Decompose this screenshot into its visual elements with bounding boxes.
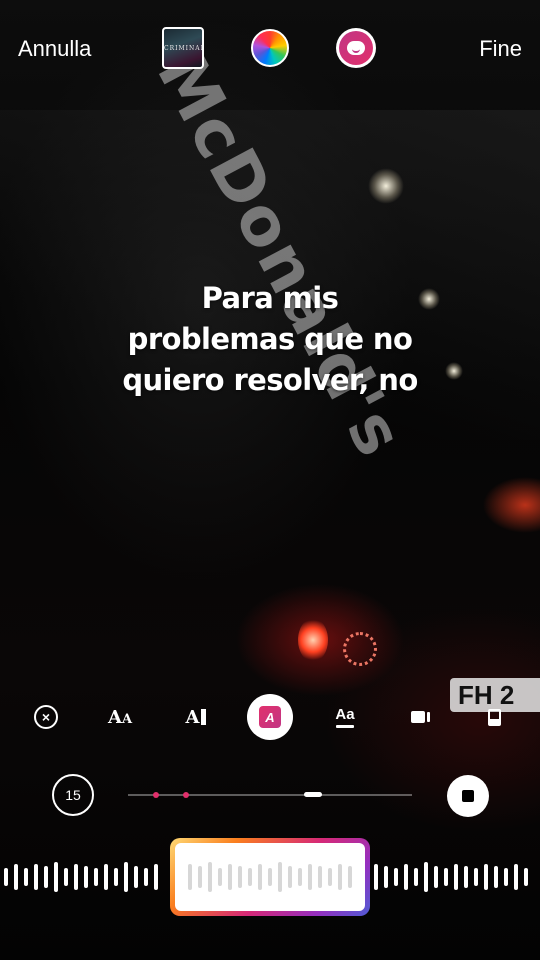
audio-waveform[interactable]: [0, 838, 540, 916]
waveform-bar: [524, 868, 528, 886]
waveform-bar: [54, 862, 58, 892]
waveform-bar: [34, 864, 38, 890]
waveform-bar: [198, 866, 202, 888]
waveform-bar: [24, 868, 28, 886]
lyrics-text[interactable]: Para mis problemas que no quiero resolve…: [70, 278, 470, 401]
waveform-bar: [338, 864, 342, 890]
sticker-icon: [339, 31, 373, 65]
waveform-bar: [134, 866, 138, 888]
waveform-bar: [414, 868, 418, 886]
ceiling-lamp: [368, 168, 404, 204]
lyrics-line: Para mis: [201, 281, 339, 315]
waveform-bar: [434, 866, 438, 888]
lyric-marker: [153, 792, 159, 798]
waveform-bar: [494, 866, 498, 888]
waveform-bar: [124, 862, 128, 892]
stop-button[interactable]: [447, 775, 489, 817]
waveform-bar: [208, 862, 212, 892]
waveform-bar: [404, 864, 408, 890]
waveform-bar: [464, 866, 468, 888]
lyrics-line: problemas que no: [127, 322, 413, 356]
close-circle-icon: ×: [34, 705, 58, 729]
waveform-left: [4, 838, 158, 916]
waveform-bar: [114, 868, 118, 886]
waveform-bar: [218, 868, 222, 886]
waveform-bar: [514, 864, 518, 890]
waveform-bar: [474, 868, 478, 886]
lyrics-timeline[interactable]: [128, 792, 412, 798]
waveform-bar: [64, 868, 68, 886]
car-light-ring: [343, 632, 377, 666]
color-wheel-icon[interactable]: [251, 29, 289, 67]
card-icon: [487, 708, 501, 726]
done-button[interactable]: Fine: [479, 36, 522, 62]
waveform-bar: [454, 864, 458, 890]
waveform-bar: [444, 868, 448, 886]
waveform-bar: [288, 866, 292, 888]
duration-button[interactable]: 15: [52, 774, 94, 816]
waveform-bar: [424, 862, 428, 892]
clip-selector[interactable]: [170, 838, 370, 916]
highlight-text-icon: A: [259, 706, 281, 728]
cancel-button[interactable]: Annulla: [18, 36, 91, 62]
font-size-button[interactable]: AA: [97, 694, 143, 740]
video-icon: [410, 711, 430, 723]
waveform-bar: [44, 866, 48, 888]
playback-row: 15: [0, 774, 540, 818]
waveform-bar: [248, 868, 252, 886]
lyrics-line: quiero resolver, no: [122, 363, 418, 397]
waveform-bar: [188, 864, 192, 890]
waveform-bar: [318, 866, 322, 888]
waveform-selected: [175, 843, 365, 911]
waveform-bar: [308, 864, 312, 890]
text-effect-button[interactable]: A: [247, 694, 293, 740]
waveform-bar: [4, 868, 8, 886]
text-align-button[interactable]: A: [173, 694, 219, 740]
waveform-bar: [94, 868, 98, 886]
typewriter-button[interactable]: Aa: [322, 694, 368, 740]
video-layout-button[interactable]: [397, 694, 443, 740]
waveform-bar: [298, 868, 302, 886]
waveform-bar: [268, 868, 272, 886]
waveform-right: [374, 838, 528, 916]
waveform-bar: [484, 864, 488, 890]
text-cursor-icon: A: [186, 707, 207, 728]
album-cover-thumbnail[interactable]: CRIMINAL: [162, 27, 204, 69]
text-size-icon: AA: [107, 706, 133, 728]
album-cover-title: CRIMINAL: [164, 45, 204, 52]
waveform-bar: [84, 866, 88, 888]
timeline-scrubber[interactable]: [304, 792, 322, 797]
waveform-bar: [384, 866, 388, 888]
waveform-bar: [144, 868, 148, 886]
waveform-bar: [394, 868, 398, 886]
waveform-bar: [504, 868, 508, 886]
car-taillight: [298, 618, 328, 662]
lyrics-style-toolbar: × AA A A Aa: [0, 694, 540, 740]
waveform-bar: [328, 868, 332, 886]
stop-icon: [462, 790, 474, 802]
lyric-marker: [183, 792, 189, 798]
waveform-bar: [258, 864, 262, 890]
waveform-bar: [154, 864, 158, 890]
card-layout-button[interactable]: [471, 694, 517, 740]
waveform-bar: [238, 866, 242, 888]
waveform-bar: [228, 864, 232, 890]
waveform-bar: [278, 862, 282, 892]
remove-lyrics-button[interactable]: ×: [23, 694, 69, 740]
waveform-bar: [374, 864, 378, 890]
waveform-bar: [104, 864, 108, 890]
waveform-bar: [74, 864, 78, 890]
underline-text-icon: Aa: [335, 706, 355, 728]
top-bar: Annulla CRIMINAL Fine: [0, 24, 540, 72]
sticker-button[interactable]: [336, 28, 376, 68]
waveform-bar: [348, 866, 352, 888]
waveform-bar: [14, 864, 18, 890]
